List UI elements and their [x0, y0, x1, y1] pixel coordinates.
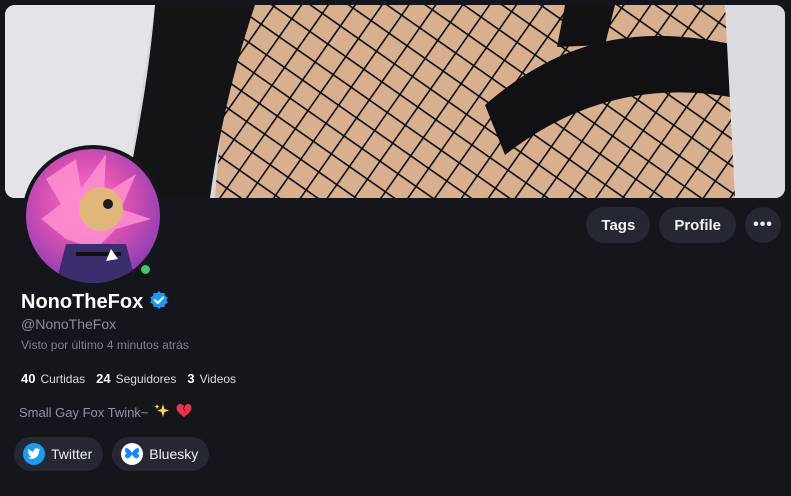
name-row: NonoTheFox [21, 290, 169, 315]
profile-button[interactable]: Profile [659, 207, 736, 243]
broken-heart-icon [176, 403, 192, 422]
profile-actions: Tags Profile ••• [586, 207, 781, 243]
profile-handle: @NonoTheFox [21, 316, 117, 332]
bio-text: Small Gay Fox Twink~ [19, 405, 149, 420]
stat-videos[interactable]: 3 Videos [187, 371, 236, 386]
stat-videos-value: 3 [187, 371, 195, 386]
online-status-indicator [138, 262, 153, 277]
twitter-icon [23, 443, 45, 465]
butterfly-icon [121, 443, 144, 465]
twitter-link[interactable]: Twitter [14, 437, 104, 471]
stat-likes-label: Curtidas [40, 372, 86, 386]
stat-followers[interactable]: 24 Seguidores [96, 371, 176, 386]
stat-followers-label: Seguidores [115, 372, 177, 386]
sparkles-icon [154, 403, 170, 422]
bluesky-label: Bluesky [149, 446, 199, 462]
last-seen-text: Visto por último 4 minutos atrás [21, 338, 189, 352]
social-links: Twitter Bluesky [14, 437, 210, 471]
profile-bio: Small Gay Fox Twink~ [19, 403, 192, 422]
stat-followers-value: 24 [96, 371, 111, 386]
profile-stats: 40 Curtidas 24 Seguidores 3 Videos [21, 371, 236, 386]
stat-videos-label: Videos [199, 372, 237, 386]
twitter-label: Twitter [51, 446, 93, 462]
bluesky-link[interactable]: Bluesky [112, 437, 210, 471]
stat-likes[interactable]: 40 Curtidas [21, 371, 85, 386]
display-name: NonoTheFox [21, 291, 144, 313]
more-options-button[interactable]: ••• [745, 207, 781, 243]
tags-button[interactable]: Tags [586, 207, 651, 243]
verified-badge-icon [149, 290, 169, 315]
stat-likes-value: 40 [21, 371, 36, 386]
